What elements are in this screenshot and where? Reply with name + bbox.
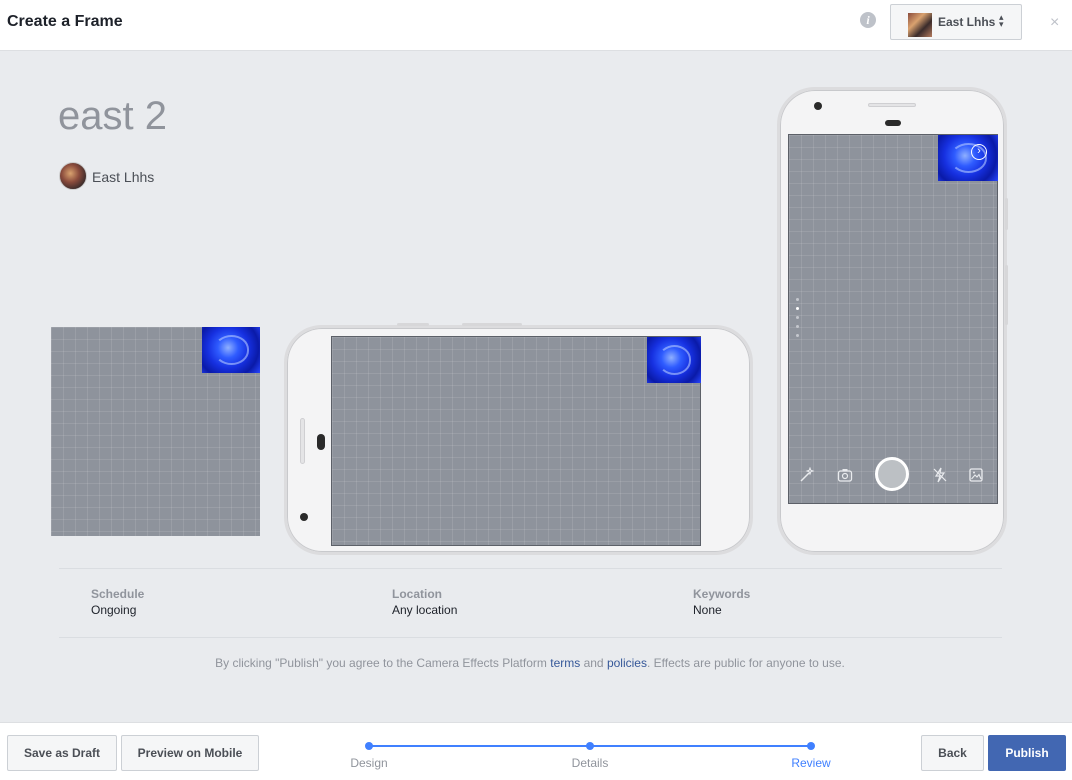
- phone-sensor: [885, 120, 901, 126]
- info-icon[interactable]: i: [860, 12, 876, 28]
- dot: [796, 316, 799, 319]
- agreement-prefix: By clicking "Publish" you agree to the C…: [215, 656, 551, 670]
- preview-mobile-button[interactable]: Preview on Mobile: [121, 735, 259, 771]
- shutter-button: [875, 457, 909, 491]
- phone-speaker: [868, 103, 916, 107]
- portrait-phone-preview: ›: [777, 87, 1008, 555]
- square-preview: [51, 327, 260, 536]
- rose-overlay-image: [202, 327, 260, 373]
- back-button[interactable]: Back: [921, 735, 984, 771]
- page-title: Create a Frame: [7, 13, 123, 30]
- landscape-screen: [331, 336, 701, 546]
- divider: [59, 637, 1002, 638]
- chevron-updown-icon: ▴ ▾: [999, 12, 1004, 29]
- publish-agreement: By clicking "Publish" you agree to the C…: [0, 656, 1060, 670]
- rose-overlay-image: [647, 337, 701, 383]
- dot: [796, 325, 799, 328]
- rose-overlay-image: [938, 135, 998, 181]
- close-icon[interactable]: ×: [1050, 14, 1059, 32]
- location-detail: Location Any location: [392, 587, 457, 617]
- keywords-label: Keywords: [693, 587, 751, 601]
- owner-name: East Lhhs: [92, 169, 155, 185]
- policies-link[interactable]: policies: [607, 656, 647, 670]
- chevron-right-circle-icon: ›: [971, 144, 987, 160]
- phone-side-button: [462, 323, 522, 326]
- frame-name: east 2: [58, 94, 167, 138]
- dot: [796, 307, 799, 310]
- step-label-review[interactable]: Review: [771, 756, 851, 770]
- schedule-value: Ongoing: [91, 603, 137, 617]
- phone-side-button: [397, 323, 429, 326]
- agreement-suffix: . Effects are public for anyone to use.: [646, 656, 845, 670]
- step-label-design[interactable]: Design: [329, 756, 409, 770]
- page-dots: [796, 298, 800, 343]
- location-value: Any location: [392, 603, 458, 617]
- header: Create a Frame i East Lhhs ▴ ▾ ×: [0, 0, 1072, 51]
- phone-sensor: [317, 434, 325, 450]
- save-draft-button[interactable]: Save as Draft: [7, 735, 117, 771]
- phone-side-button: [1005, 198, 1008, 230]
- account-avatar: [908, 13, 932, 37]
- schedule-label: Schedule: [91, 587, 145, 601]
- portrait-screen: ›: [788, 134, 998, 504]
- keywords-value: None: [693, 603, 722, 617]
- divider: [59, 568, 1002, 569]
- phone-camera: [814, 102, 822, 110]
- phone-side-button: [1005, 265, 1008, 325]
- step-dot-details[interactable]: [586, 742, 594, 750]
- account-selector-button[interactable]: East Lhhs ▴ ▾: [890, 4, 1022, 40]
- schedule-detail: Schedule Ongoing: [91, 587, 144, 617]
- footer: Save as Draft Preview on Mobile Design D…: [0, 722, 1072, 780]
- location-label: Location: [392, 587, 442, 601]
- flash-icon: [931, 467, 949, 485]
- dot: [796, 334, 799, 337]
- gallery-icon: [967, 467, 985, 485]
- keywords-detail: Keywords None: [693, 587, 750, 617]
- step-dot-review[interactable]: [807, 742, 815, 750]
- avatar: [59, 162, 87, 190]
- step-label-details[interactable]: Details: [550, 756, 630, 770]
- magic-wand-icon: [798, 466, 816, 485]
- dot: [796, 298, 799, 301]
- terms-link[interactable]: terms: [550, 656, 580, 670]
- flip-camera-icon: [836, 467, 854, 485]
- publish-button[interactable]: Publish: [988, 735, 1066, 771]
- phone-camera: [300, 513, 308, 521]
- account-name: East Lhhs: [938, 15, 996, 29]
- landscape-phone-preview: [284, 323, 753, 555]
- step-dot-design[interactable]: [365, 742, 373, 750]
- agreement-and: and: [580, 656, 607, 670]
- phone-speaker: [300, 418, 305, 464]
